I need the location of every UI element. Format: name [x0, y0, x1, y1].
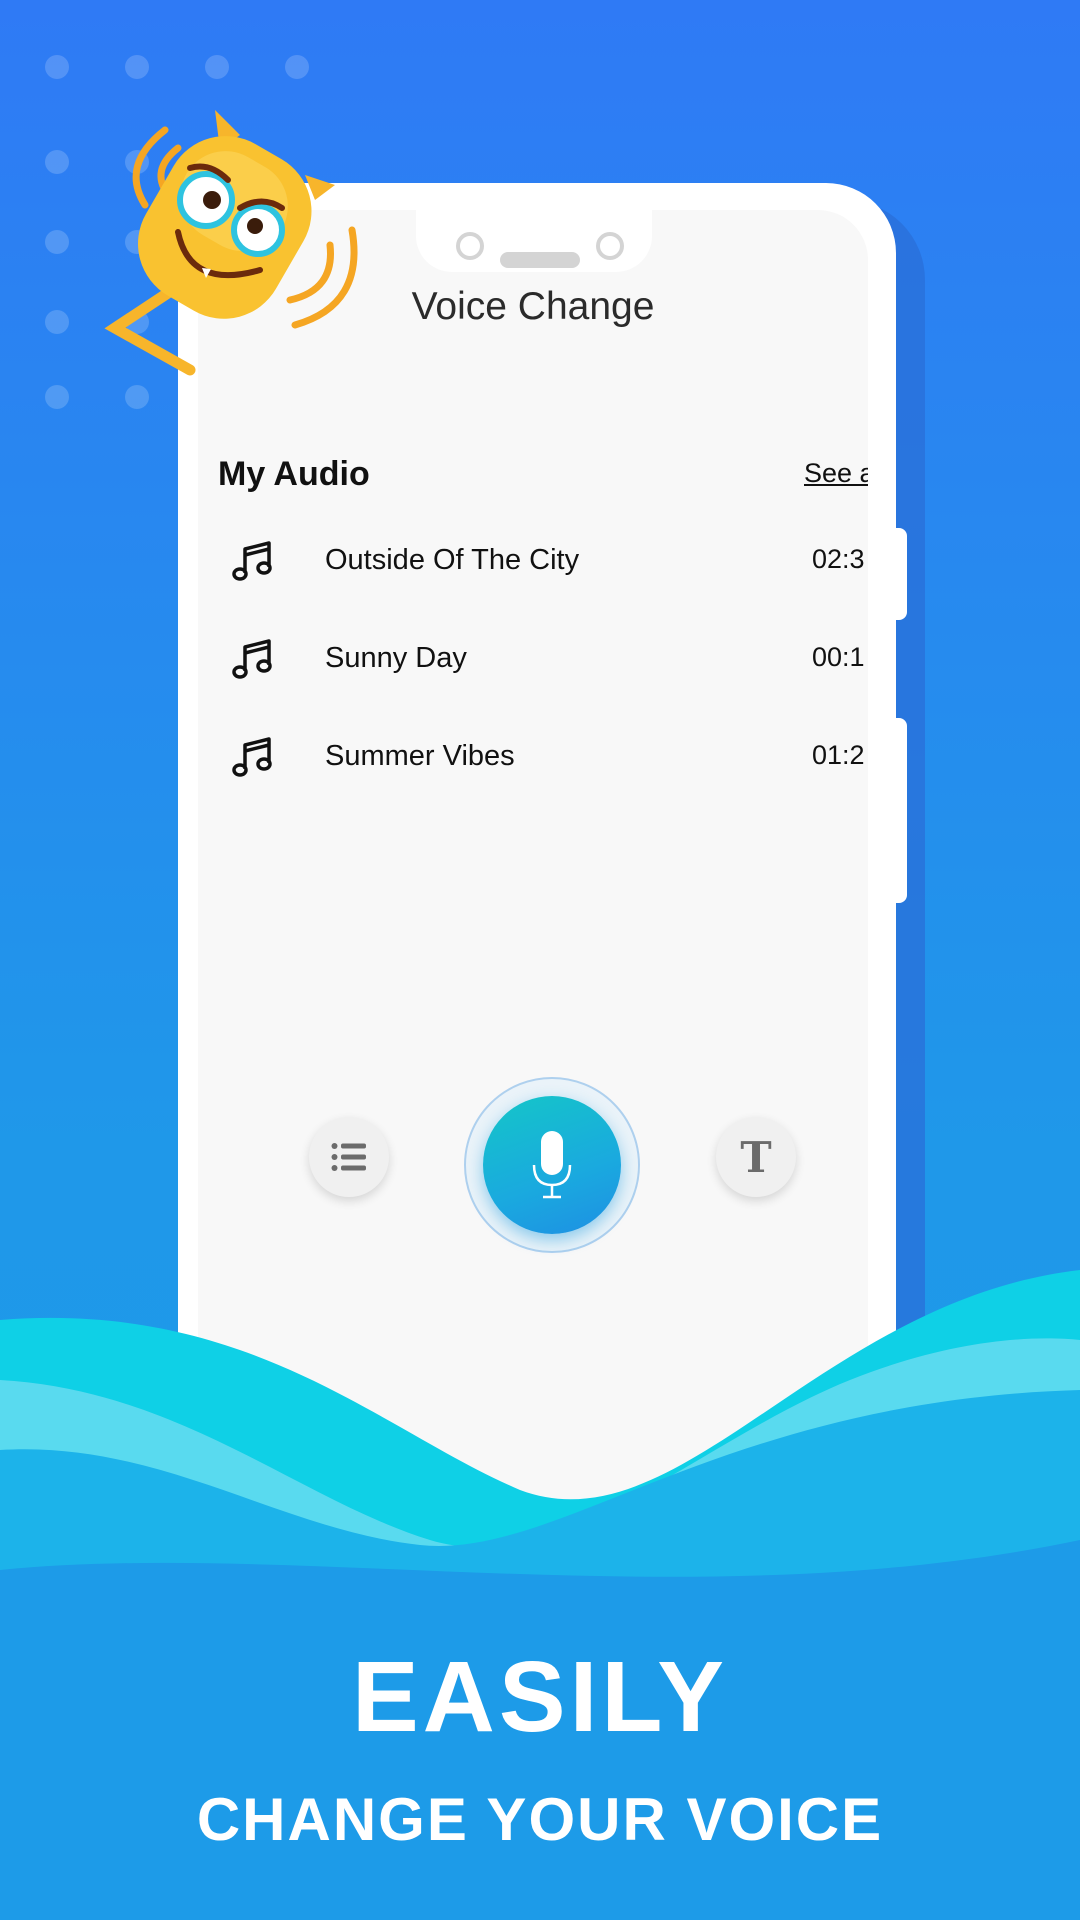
audio-item-name: Outside Of The City: [325, 544, 580, 576]
my-audio-title: My Audio: [218, 455, 370, 493]
audio-item-name: Summer Vibes: [325, 740, 515, 772]
see-all-link[interactable]: See a: [804, 458, 868, 489]
list-button[interactable]: [309, 1117, 389, 1197]
record-button[interactable]: [483, 1096, 621, 1234]
audio-list-item[interactable]: Sunny Day 00:1: [198, 620, 868, 700]
music-note-icon: [232, 541, 272, 581]
camera-icon: [456, 232, 484, 260]
text-icon: T: [740, 1132, 772, 1182]
phone-side-button: [895, 718, 907, 903]
microphone-mascot-icon: [104, 110, 358, 376]
promo-subline: CHANGE YOUR VOICE: [196, 1786, 884, 1853]
music-note-icon: [232, 639, 272, 679]
speaker-grille: [500, 252, 580, 268]
audio-item-name: Sunny Day: [325, 642, 467, 674]
audio-list-item[interactable]: Outside Of The City 02:3: [198, 522, 868, 602]
sensor-icon: [596, 232, 624, 260]
audio-list-item[interactable]: Summer Vibes 01:2: [198, 718, 868, 798]
microphone-icon: [532, 1131, 572, 1199]
audio-item-duration: 00:1: [812, 642, 865, 672]
phone-notch: [416, 210, 652, 272]
promo-headline: EASILY: [351, 1641, 728, 1753]
audio-item-duration: 02:3: [812, 544, 865, 574]
phone-side-button: [895, 528, 907, 620]
music-note-icon: [232, 737, 272, 777]
list-icon: [331, 1143, 366, 1171]
text-button[interactable]: T: [716, 1117, 796, 1197]
audio-item-duration: 01:2: [812, 740, 865, 770]
